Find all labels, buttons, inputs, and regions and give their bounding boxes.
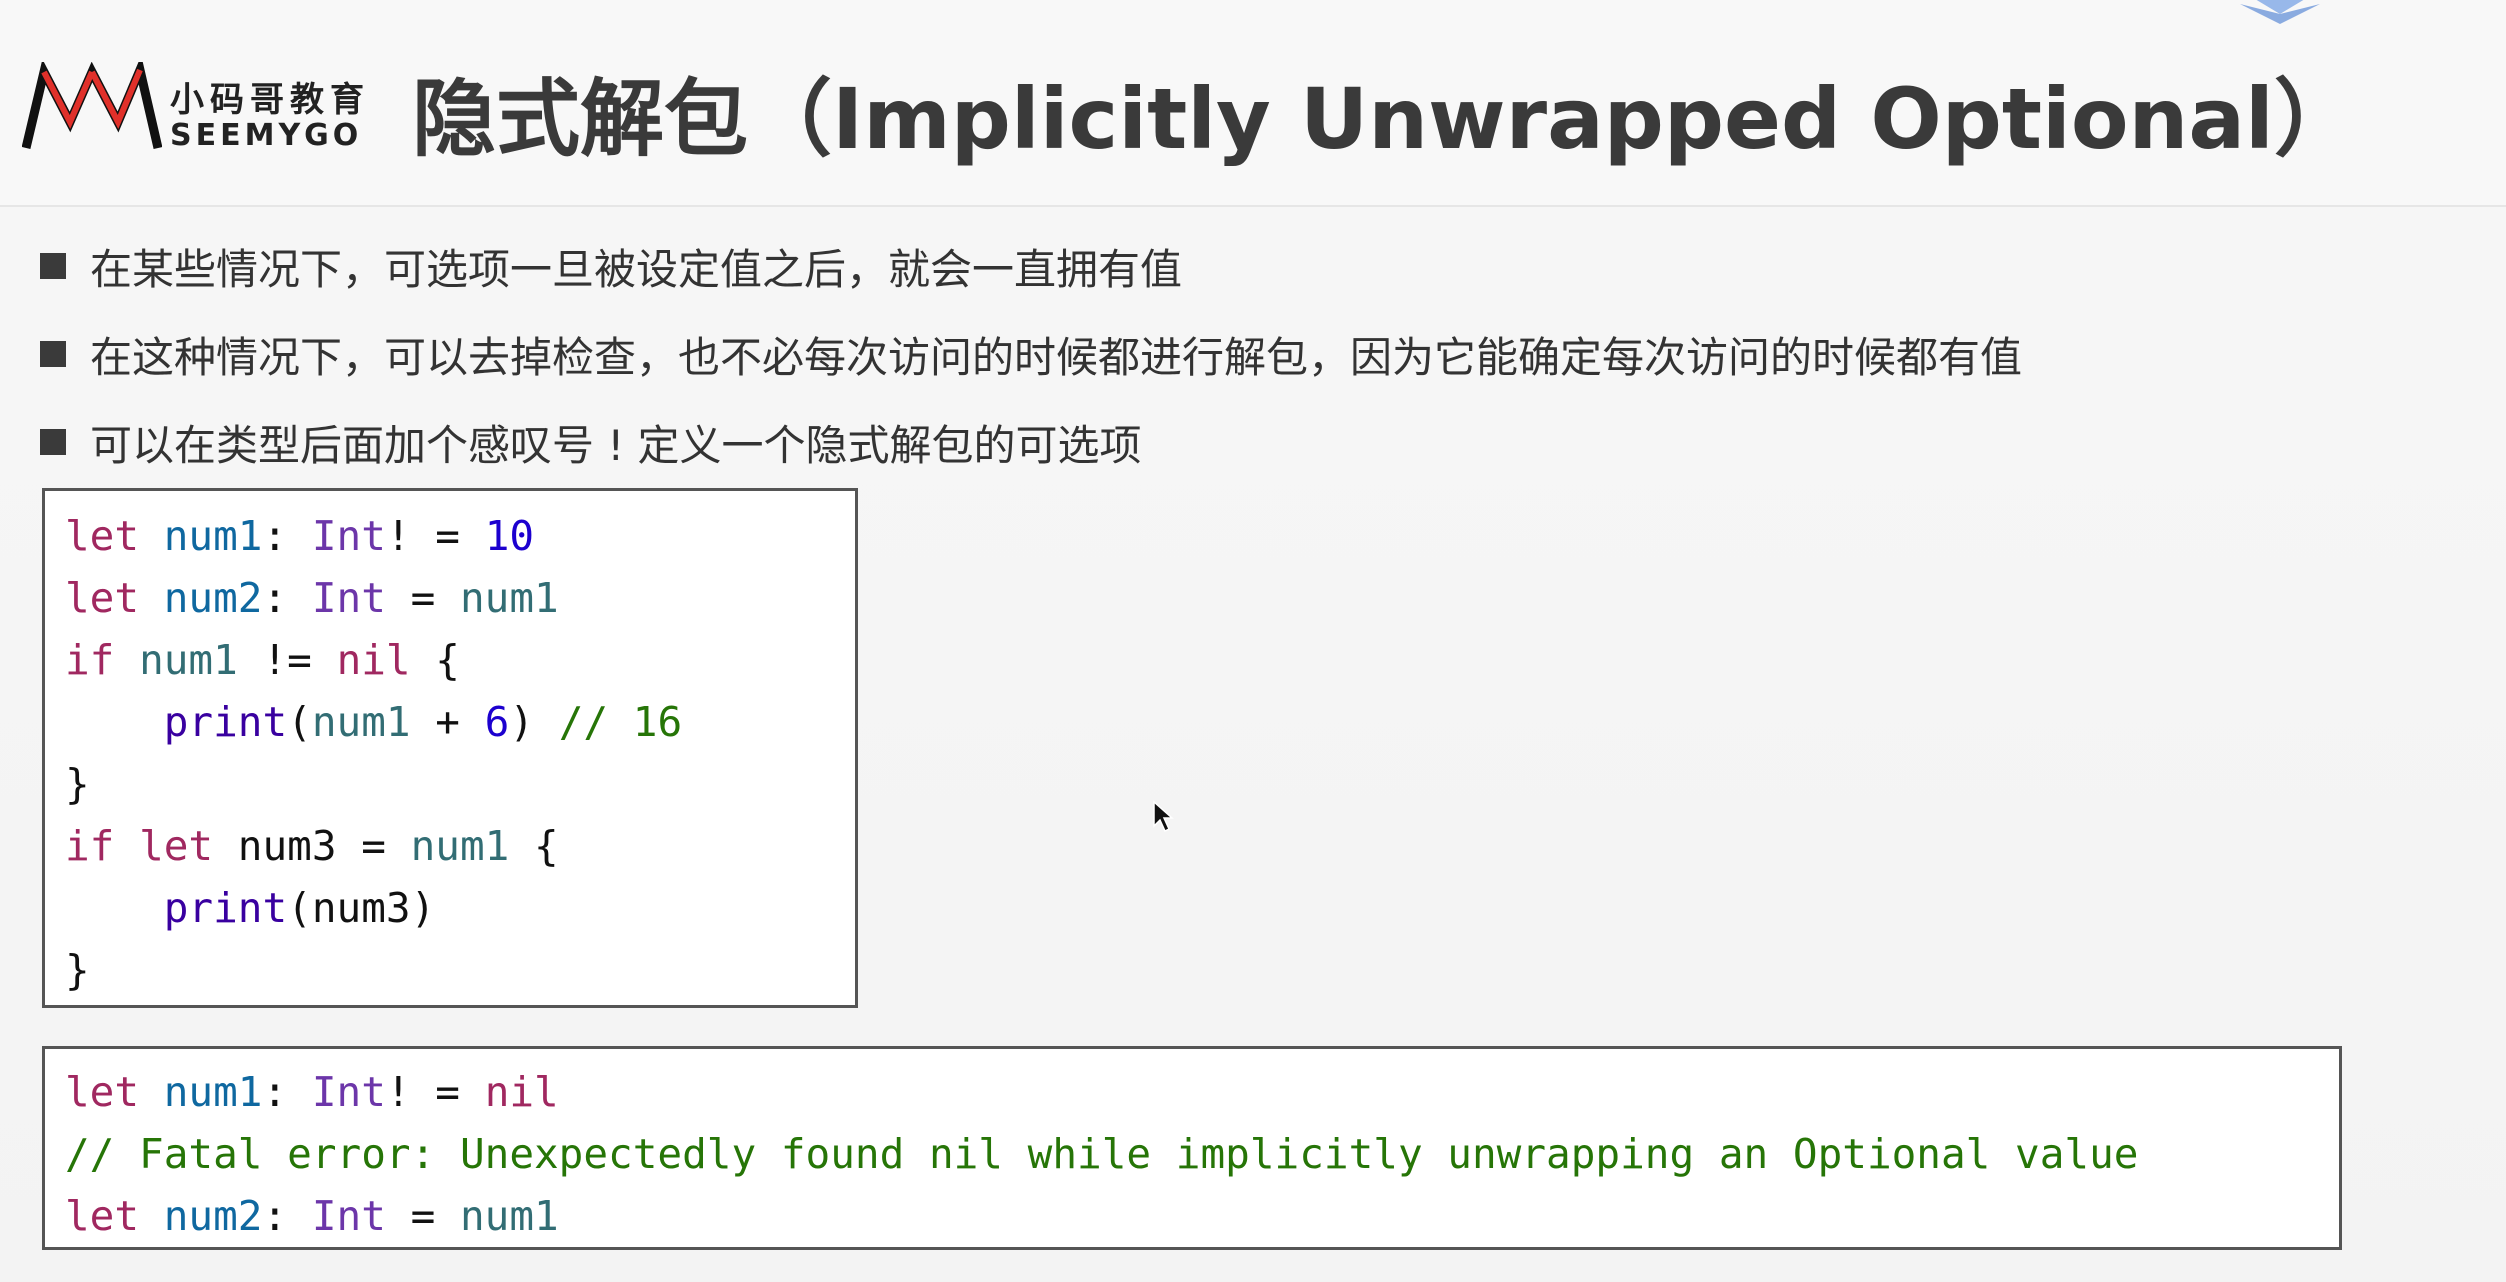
code-token-function: print [163, 884, 288, 932]
code-token: ) [509, 698, 559, 746]
code-token-type: Int [311, 1068, 386, 1116]
code-token-reference: num1 [139, 636, 238, 684]
code-block-example: let num1: Int! = 10 let num2: Int = num1… [42, 488, 858, 1008]
code-token-type: Int [311, 512, 386, 560]
bullet-item: 可以在类型后面加个感叹号 ! 定义一个隐式解包的可选项 [40, 398, 2480, 486]
code-token-reference: num1 [410, 822, 510, 870]
code-line: let num2: Int = num1 [65, 567, 559, 629]
code-token: num3 = [213, 822, 411, 870]
bullet-item: 在某些情况下，可选项一旦被设定值之后，就会一直拥有值 [40, 222, 2480, 310]
slide-header: 小码哥教育 SEEMYGO 隐式解包（Implicitly Unwrapped … [0, 0, 2506, 207]
code-token-reference: num1 [311, 698, 411, 746]
code-line: } [65, 946, 90, 994]
code-token-keyword: if [65, 636, 115, 684]
code-token-keyword: if [65, 822, 115, 870]
code-line: let num1: Int! = 10 [65, 505, 534, 567]
code-line: if num1 != nil { [65, 629, 460, 691]
code-token: = [385, 574, 460, 622]
code-token: != [237, 636, 337, 684]
bullet-square-icon [40, 253, 66, 279]
code-token-function: print [163, 698, 288, 746]
code-token-type: Int [311, 574, 386, 622]
code-token-identifier: num2 [163, 1192, 263, 1240]
code-line: } [65, 760, 90, 808]
code-token-identifier: num1 [163, 1068, 263, 1116]
code-token-keyword: nil [484, 1068, 559, 1116]
page-title: 隐式解包（Implicitly Unwrapped Optional） [412, 70, 2358, 168]
code-token-identifier: num2 [163, 574, 263, 622]
logo-english-text: SEEMYGO [170, 118, 363, 153]
code-token-keyword: let [65, 574, 140, 622]
code-token: = [385, 1192, 460, 1240]
code-token-keyword: let [65, 512, 140, 560]
code-token: (num3) [287, 884, 436, 932]
code-token-identifier: num1 [163, 512, 263, 560]
code-line: let num2: Int = num1 [65, 1185, 559, 1247]
code-token: : [262, 574, 312, 622]
bullet-square-icon [40, 341, 66, 367]
code-token: : [262, 512, 312, 560]
logo-chinese-text: 小码哥教育 [170, 80, 370, 120]
code-block-error-example: let num1: Int! = nil // Fatal error: Une… [42, 1046, 2342, 1250]
code-token: { [410, 636, 460, 684]
code-token-type: Int [311, 1192, 386, 1240]
code-token-keyword: let [139, 822, 214, 870]
seemygo-logo: 小码哥教育 SEEMYGO [22, 62, 364, 162]
code-token-reference: num1 [460, 574, 559, 622]
code-line-comment: // Fatal error: Unexpectedly found nil w… [65, 1130, 2139, 1178]
bullet-item: 在这种情况下，可以去掉检查，也不必每次访问的时候都进行解包，因为它能确定每次访问… [40, 310, 2480, 398]
code-token: { [509, 822, 559, 870]
bullet-text: 在这种情况下，可以去掉检查，也不必每次访问的时候都进行解包，因为它能确定每次访问… [90, 332, 2023, 382]
code-token: ( [287, 698, 312, 746]
code-line: print(num3) [65, 877, 436, 939]
bullet-list: 在某些情况下，可选项一旦被设定值之后，就会一直拥有值 在这种情况下，可以去掉检查… [40, 222, 2480, 486]
mouse-cursor-icon [1153, 800, 1174, 833]
code-line: if let num3 = num1 { [65, 815, 559, 877]
code-token-keyword: let [65, 1192, 140, 1240]
code-line: print(num1 + 6) // 16 [65, 691, 682, 753]
code-token: ! = [385, 1068, 485, 1116]
code-token-number: 10 [484, 512, 535, 560]
code-token: : [262, 1068, 312, 1116]
code-token-reference: num1 [460, 1192, 559, 1240]
bullet-text: 在某些情况下，可选项一旦被设定值之后，就会一直拥有值 [90, 244, 1183, 294]
bullet-square-icon [40, 429, 66, 455]
code-token-number: 6 [484, 698, 510, 746]
code-token: : [262, 1192, 312, 1240]
code-token-comment: // 16 [558, 698, 683, 746]
bullet-text: 可以在类型后面加个感叹号 ! 定义一个隐式解包的可选项 [90, 420, 1142, 470]
code-token: + [410, 698, 485, 746]
slide: 小码哥教育 SEEMYGO 隐式解包（Implicitly Unwrapped … [0, 0, 2506, 1282]
corner-logo-icon [2240, 0, 2320, 24]
code-line: let num1: Int! = nil [65, 1061, 559, 1123]
seemygo-logo-icon [22, 62, 162, 150]
code-token: ! = [385, 512, 485, 560]
code-token-keyword: nil [336, 636, 411, 684]
code-token-keyword: let [65, 1068, 140, 1116]
